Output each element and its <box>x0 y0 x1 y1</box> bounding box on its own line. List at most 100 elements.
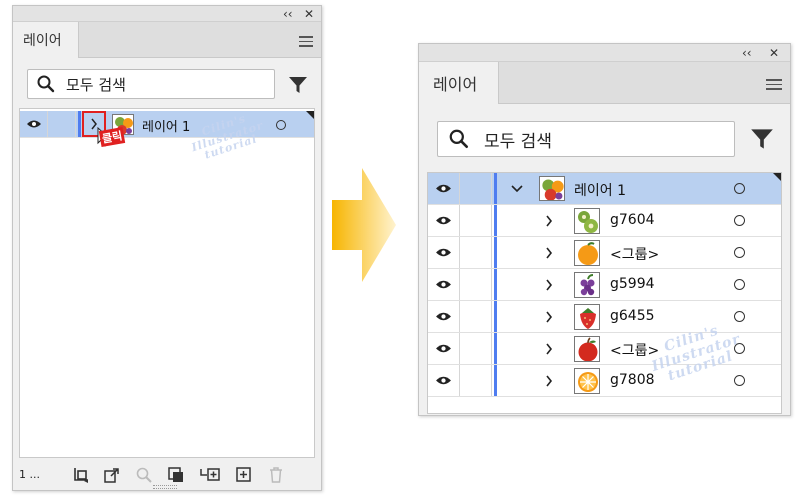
selection-corner-marker <box>773 173 781 181</box>
expand-chevron[interactable] <box>540 365 558 396</box>
target-circle[interactable] <box>734 215 745 226</box>
layer-name[interactable]: g5994 <box>610 276 655 292</box>
clipping-mask-icon[interactable] <box>167 466 185 484</box>
search-input[interactable]: 모두 검색 <box>27 69 275 99</box>
expand-chevron[interactable] <box>508 173 526 204</box>
layer-thumbnail <box>539 176 565 201</box>
target-circle[interactable] <box>734 375 745 386</box>
lock-toggle[interactable] <box>460 205 492 236</box>
layer-name[interactable]: g7604 <box>610 212 655 228</box>
layer-color-bar <box>494 301 497 332</box>
search-icon <box>37 75 55 93</box>
expand-chevron[interactable] <box>540 333 558 364</box>
target-circle[interactable] <box>734 311 745 322</box>
layer-name[interactable]: <그룹> <box>610 244 659 264</box>
orange-icon <box>578 242 598 265</box>
sublayer-row[interactable]: g5994 <box>428 269 781 301</box>
panel-title-bar: ‹‹ ✕ <box>13 6 321 22</box>
chevron-right-icon <box>546 375 553 386</box>
lock-toggle[interactable] <box>460 237 492 268</box>
target-circle[interactable] <box>276 120 286 130</box>
layers-list: 레이어 1 클릭 Cilin's Illustrator tutorial <box>19 108 315 458</box>
layer-name[interactable]: 레이어 1 <box>574 180 626 200</box>
orange-thumbnail <box>574 240 600 266</box>
tab-layers[interactable]: 레이어 <box>13 22 79 58</box>
layer-name[interactable]: g6455 <box>610 308 655 324</box>
panel-menu-icon[interactable] <box>299 36 313 50</box>
collect-for-export-icon[interactable] <box>73 466 91 484</box>
locate-object-icon <box>136 467 152 483</box>
apple-icon <box>578 337 598 361</box>
orange-slice-thumbnail <box>574 368 600 394</box>
chevron-right-icon <box>546 247 553 258</box>
layer-row[interactable]: 레이어 1 <box>428 173 781 205</box>
expand-chevron[interactable] <box>540 269 558 300</box>
visibility-toggle[interactable] <box>428 365 460 396</box>
new-sublayer-icon[interactable] <box>199 466 221 484</box>
close-panel-button[interactable]: ✕ <box>769 47 779 59</box>
close-panel-button[interactable]: ✕ <box>304 8 314 20</box>
chevron-right-icon <box>546 311 553 322</box>
eye-icon <box>436 248 451 257</box>
resize-grip[interactable] <box>153 485 177 489</box>
visibility-toggle[interactable] <box>428 301 460 332</box>
strawberry-thumbnail <box>574 304 600 330</box>
lock-toggle[interactable] <box>460 301 492 332</box>
eye-icon <box>436 184 451 193</box>
search-placeholder: 모두 검색 <box>66 75 126 94</box>
target-circle[interactable] <box>734 279 745 290</box>
lock-toggle[interactable] <box>460 269 492 300</box>
layer-name[interactable]: 레이어 1 <box>142 116 190 135</box>
lock-toggle[interactable] <box>460 365 492 396</box>
visibility-toggle[interactable] <box>428 333 460 364</box>
search-input[interactable]: 모두 검색 <box>437 121 735 157</box>
layer-color-bar <box>78 111 81 137</box>
search-placeholder: 모두 검색 <box>484 131 552 152</box>
tab-layers[interactable]: 레이어 <box>419 62 499 104</box>
filter-icon[interactable] <box>288 75 308 95</box>
target-circle[interactable] <box>734 247 745 258</box>
visibility-toggle[interactable] <box>428 205 460 236</box>
collapse-panel-button[interactable]: ‹‹ <box>283 8 293 20</box>
new-layer-icon[interactable] <box>235 466 253 484</box>
layer-row[interactable]: 레이어 1 <box>20 111 314 138</box>
filter-icon[interactable] <box>750 127 774 151</box>
eye-icon <box>436 344 451 353</box>
layer-color-bar <box>494 237 497 268</box>
eye-icon <box>436 376 451 385</box>
sublayer-row[interactable]: <그룹> <box>428 237 781 269</box>
lock-toggle[interactable] <box>460 333 492 364</box>
collapse-panel-button[interactable]: ‹‹ <box>742 47 752 59</box>
visibility-toggle[interactable] <box>428 269 460 300</box>
visibility-toggle[interactable] <box>428 173 460 204</box>
layer-color-bar <box>494 269 497 300</box>
visibility-toggle[interactable] <box>20 111 48 137</box>
grapes-thumbnail <box>574 272 600 298</box>
panel-title-bar: ‹‹ ✕ <box>419 44 790 62</box>
visibility-toggle[interactable] <box>428 237 460 268</box>
target-circle[interactable] <box>734 183 745 194</box>
eye-icon <box>436 280 451 289</box>
layers-panel-before: ‹‹ ✕ 레이어 모두 검색 레이어 1 클릭 Cilin's Illustra… <box>12 5 322 491</box>
layer-color-bar <box>494 365 497 396</box>
lock-toggle[interactable] <box>460 173 492 204</box>
chevron-right-icon <box>546 215 553 226</box>
layers-list: 레이어 1 g7604 <그룹> g5994 g6455 <그룹> g7808 … <box>427 172 782 414</box>
layers-panel-after: ‹‹ ✕ 레이어 모두 검색 레이어 1 g7604 <그룹> g5994 g6… <box>418 43 791 416</box>
sublayer-row[interactable]: g7808 <box>428 365 781 397</box>
expand-chevron[interactable] <box>540 237 558 268</box>
lock-toggle[interactable] <box>48 111 76 137</box>
panel-menu-icon[interactable] <box>766 79 782 93</box>
layer-count: 1 ... <box>19 468 40 481</box>
layer-color-bar <box>494 205 497 236</box>
expand-chevron[interactable] <box>540 301 558 332</box>
delete-icon <box>270 467 282 483</box>
transition-arrow <box>332 168 396 282</box>
panel-footer: 1 ... <box>13 460 321 490</box>
layer-name[interactable]: g7808 <box>610 372 655 388</box>
expand-chevron[interactable] <box>540 205 558 236</box>
sublayer-row[interactable]: g7604 <box>428 205 781 237</box>
grapes-icon <box>580 274 595 296</box>
export-icon[interactable] <box>103 466 121 484</box>
layer-color-bar <box>494 333 497 364</box>
